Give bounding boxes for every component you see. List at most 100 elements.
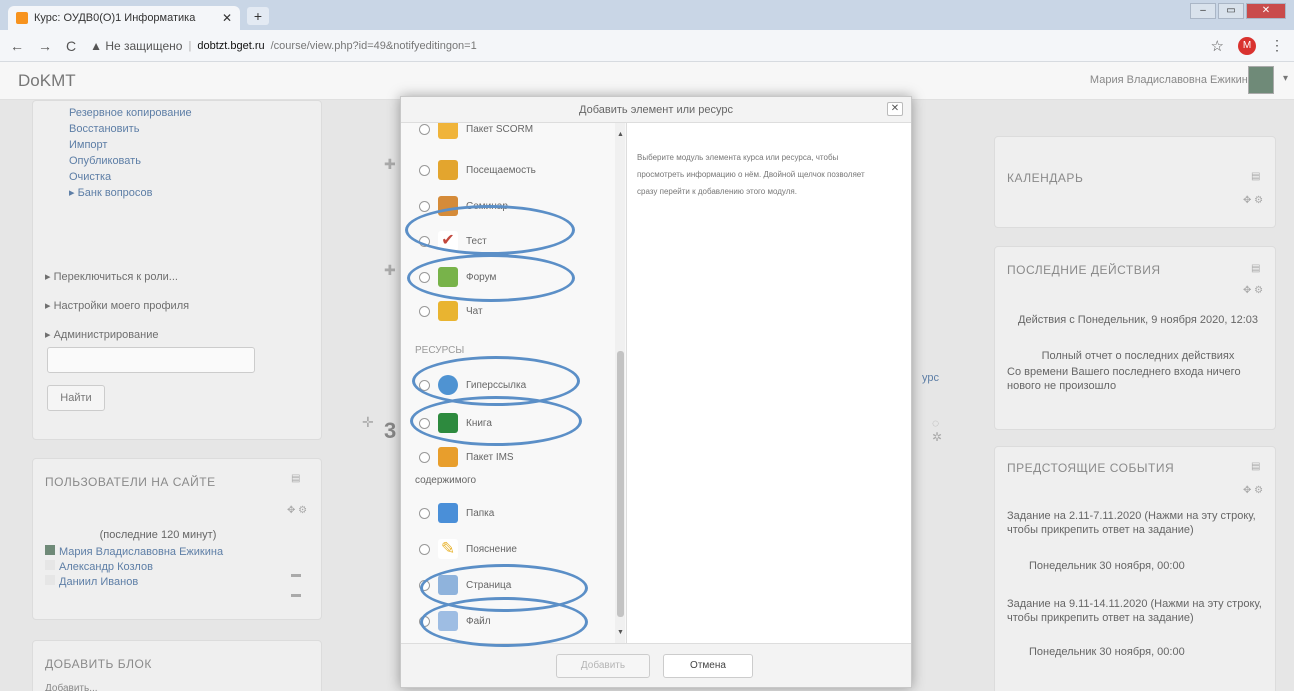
menu-administration[interactable]: ▸ Администрирование <box>45 321 189 350</box>
add-button[interactable]: Добавить <box>556 654 650 678</box>
back-arrow-icon[interactable]: ← <box>10 38 24 54</box>
security-warning[interactable]: ▲ Не защищено <box>90 39 182 53</box>
option-chat[interactable]: Чат <box>419 301 483 321</box>
site-navbar: DoKMT Мария Владиславовна Ежикина ▾ <box>0 62 1294 100</box>
scroll-down-arrow-icon[interactable]: ▼ <box>617 629 624 636</box>
online-users-title: ПОЛЬЗОВАТЕЛИ НА САЙТЕ <box>45 475 216 489</box>
recent-full-report-link[interactable]: Полный отчет о последних действиях <box>1009 349 1267 363</box>
radio[interactable] <box>419 579 430 591</box>
option-label[interactable]: ✎ Пояснение <box>419 539 517 559</box>
block-move-icon[interactable]: ✥ ⚙ <box>1243 195 1263 206</box>
event-link[interactable]: Задание на 2.11-7.11.2020 (Нажми на эту … <box>1007 509 1269 537</box>
radio[interactable] <box>419 507 430 519</box>
recent-title: ПОСЛЕДНИЕ ДЕЙСТВИЯ <box>1007 263 1161 277</box>
online-user-row[interactable]: Даниил Иванов <box>45 575 223 590</box>
scroll-up-arrow-icon[interactable]: ▲ <box>617 131 624 138</box>
menu-switch-role[interactable]: ▸ Переключиться к роли... <box>45 263 189 292</box>
site-brand[interactable]: DoKMT <box>18 71 76 91</box>
block-move-icon[interactable]: ✥ ⚙ <box>1243 485 1263 496</box>
radio[interactable] <box>419 379 430 391</box>
dialog-close-icon[interactable]: ✕ <box>887 102 903 116</box>
upcoming-title: ПРЕДСТОЯЩИЕ СОБЫТИЯ <box>1007 461 1175 475</box>
radio[interactable] <box>419 235 430 247</box>
admin-item[interactable]: Очистка <box>69 169 192 185</box>
admin-item[interactable]: Опубликовать <box>69 153 192 169</box>
admin-item[interactable]: Резервное копирование <box>69 105 192 121</box>
option-url[interactable]: Гиперссылка <box>419 375 526 395</box>
admin-search-input[interactable] <box>47 347 255 373</box>
workshop-icon <box>438 196 458 216</box>
cancel-button[interactable]: Отмена <box>663 654 753 678</box>
add-block-select[interactable]: Добавить... <box>45 683 98 691</box>
admin-item[interactable]: ▸ Банк вопросов <box>69 185 192 201</box>
moodle-favicon-icon <box>16 12 28 24</box>
option-forum[interactable]: Форум <box>419 267 496 287</box>
book-icon <box>438 413 458 433</box>
event-date: Понедельник 30 ноября, 00:00 <box>1029 646 1185 658</box>
radio[interactable] <box>419 271 430 283</box>
add-activity-icon[interactable]: ✚ <box>384 262 396 279</box>
option-attendance[interactable]: Посещаемость <box>419 160 536 180</box>
section-visibility-icon[interactable]: ◌ ✲ <box>932 416 942 444</box>
new-tab-button[interactable]: + <box>247 7 269 25</box>
option-folder[interactable]: Папка <box>419 503 494 523</box>
block-dock-icon[interactable]: ▤ <box>1251 461 1260 472</box>
message-icon[interactable]: ▬ <box>291 569 301 580</box>
forward-arrow-icon[interactable]: → <box>38 38 52 54</box>
option-quiz[interactable]: ✔ Тест <box>419 231 487 251</box>
administration-block: Резервное копирование Восстановить Импор… <box>32 100 322 440</box>
page-icon <box>438 575 458 595</box>
user-menu-caret-icon[interactable]: ▾ <box>1283 73 1288 84</box>
recent-since: Действия с Понедельник, 9 ноября 2020, 1… <box>1018 314 1258 326</box>
option-ims-package[interactable]: Пакет IMS <box>419 447 514 467</box>
user-avatar[interactable] <box>1248 66 1274 94</box>
radio[interactable] <box>419 123 430 135</box>
block-dock-icon[interactable]: ▤ <box>1251 263 1260 274</box>
options-scrollbar-thumb[interactable] <box>617 351 624 617</box>
block-dock-icon[interactable]: ▤ <box>291 473 300 484</box>
radio[interactable] <box>419 451 430 463</box>
option-book[interactable]: Книга <box>419 413 492 433</box>
option-file[interactable]: Файл <box>419 611 491 631</box>
block-move-icon[interactable]: ✥ ⚙ <box>1243 285 1263 296</box>
block-move-icon[interactable]: ✥ ⚙ <box>287 505 307 516</box>
move-section-icon[interactable]: ✛ <box>362 414 374 431</box>
reload-icon[interactable]: C <box>66 38 76 54</box>
tab-title: Курс: ОУДВ0(О)1 Информатика <box>34 12 196 24</box>
user-menu-name[interactable]: Мария Владиславовна Ежикина <box>1090 74 1254 86</box>
minimize-button[interactable]: – <box>1190 3 1216 19</box>
radio[interactable] <box>419 164 430 176</box>
radio[interactable] <box>419 615 430 627</box>
online-user-row[interactable]: Александр Козлов <box>45 560 223 575</box>
window-close-button[interactable]: ✕ <box>1246 3 1286 19</box>
option-page[interactable]: Страница <box>419 575 511 595</box>
admin-item[interactable]: Импорт <box>69 137 192 153</box>
message-icon[interactable]: ▬ <box>291 589 301 600</box>
browser-tab-bar: Курс: ОУДВ0(О)1 Информатика ✕ + – ▭ ✕ <box>0 0 1294 30</box>
maximize-button[interactable]: ▭ <box>1218 3 1244 19</box>
menu-profile-settings[interactable]: ▸ Настройки моего профиля <box>45 292 189 321</box>
module-help-text: Выберите модуль элемента курса или ресур… <box>637 153 865 196</box>
add-activity-icon[interactable]: ✚ <box>384 156 396 173</box>
radio[interactable] <box>419 417 430 429</box>
admin-item[interactable]: Восстановить <box>69 121 192 137</box>
search-button[interactable]: Найти <box>47 385 105 411</box>
radio[interactable] <box>419 305 430 317</box>
url-field[interactable]: ▲ Не защищено | dobtzt.bget.ru/course/vi… <box>90 34 1196 58</box>
option-workshop[interactable]: Семинар <box>419 196 508 216</box>
option-scorm[interactable]: Пакет SCORM <box>419 123 533 139</box>
radio[interactable] <box>419 543 430 555</box>
radio[interactable] <box>419 200 430 212</box>
online-user-row[interactable]: Мария Владиславовна Ежикина <box>45 545 223 560</box>
browser-menu-icon[interactable]: ⋮ <box>1270 37 1284 54</box>
scorm-package-icon <box>438 123 458 139</box>
tab-close-icon[interactable]: ✕ <box>222 11 232 25</box>
browser-tab[interactable]: Курс: ОУДВ0(О)1 Информатика ✕ <box>8 6 240 30</box>
event-link[interactable]: Задание на 9.11-14.11.2020 (Нажми на эту… <box>1007 597 1269 625</box>
bookmark-star-icon[interactable]: ☆ <box>1211 37 1224 55</box>
block-dock-icon[interactable]: ▤ <box>1251 171 1260 182</box>
resource-link-fragment[interactable]: урс <box>922 372 939 384</box>
online-period: (последние 120 минут) <box>99 529 217 541</box>
profile-avatar[interactable]: M <box>1238 36 1256 55</box>
online-users-block: ПОЛЬЗОВАТЕЛИ НА САЙТЕ ▤ ✥ ⚙ (последние 1… <box>32 458 322 620</box>
